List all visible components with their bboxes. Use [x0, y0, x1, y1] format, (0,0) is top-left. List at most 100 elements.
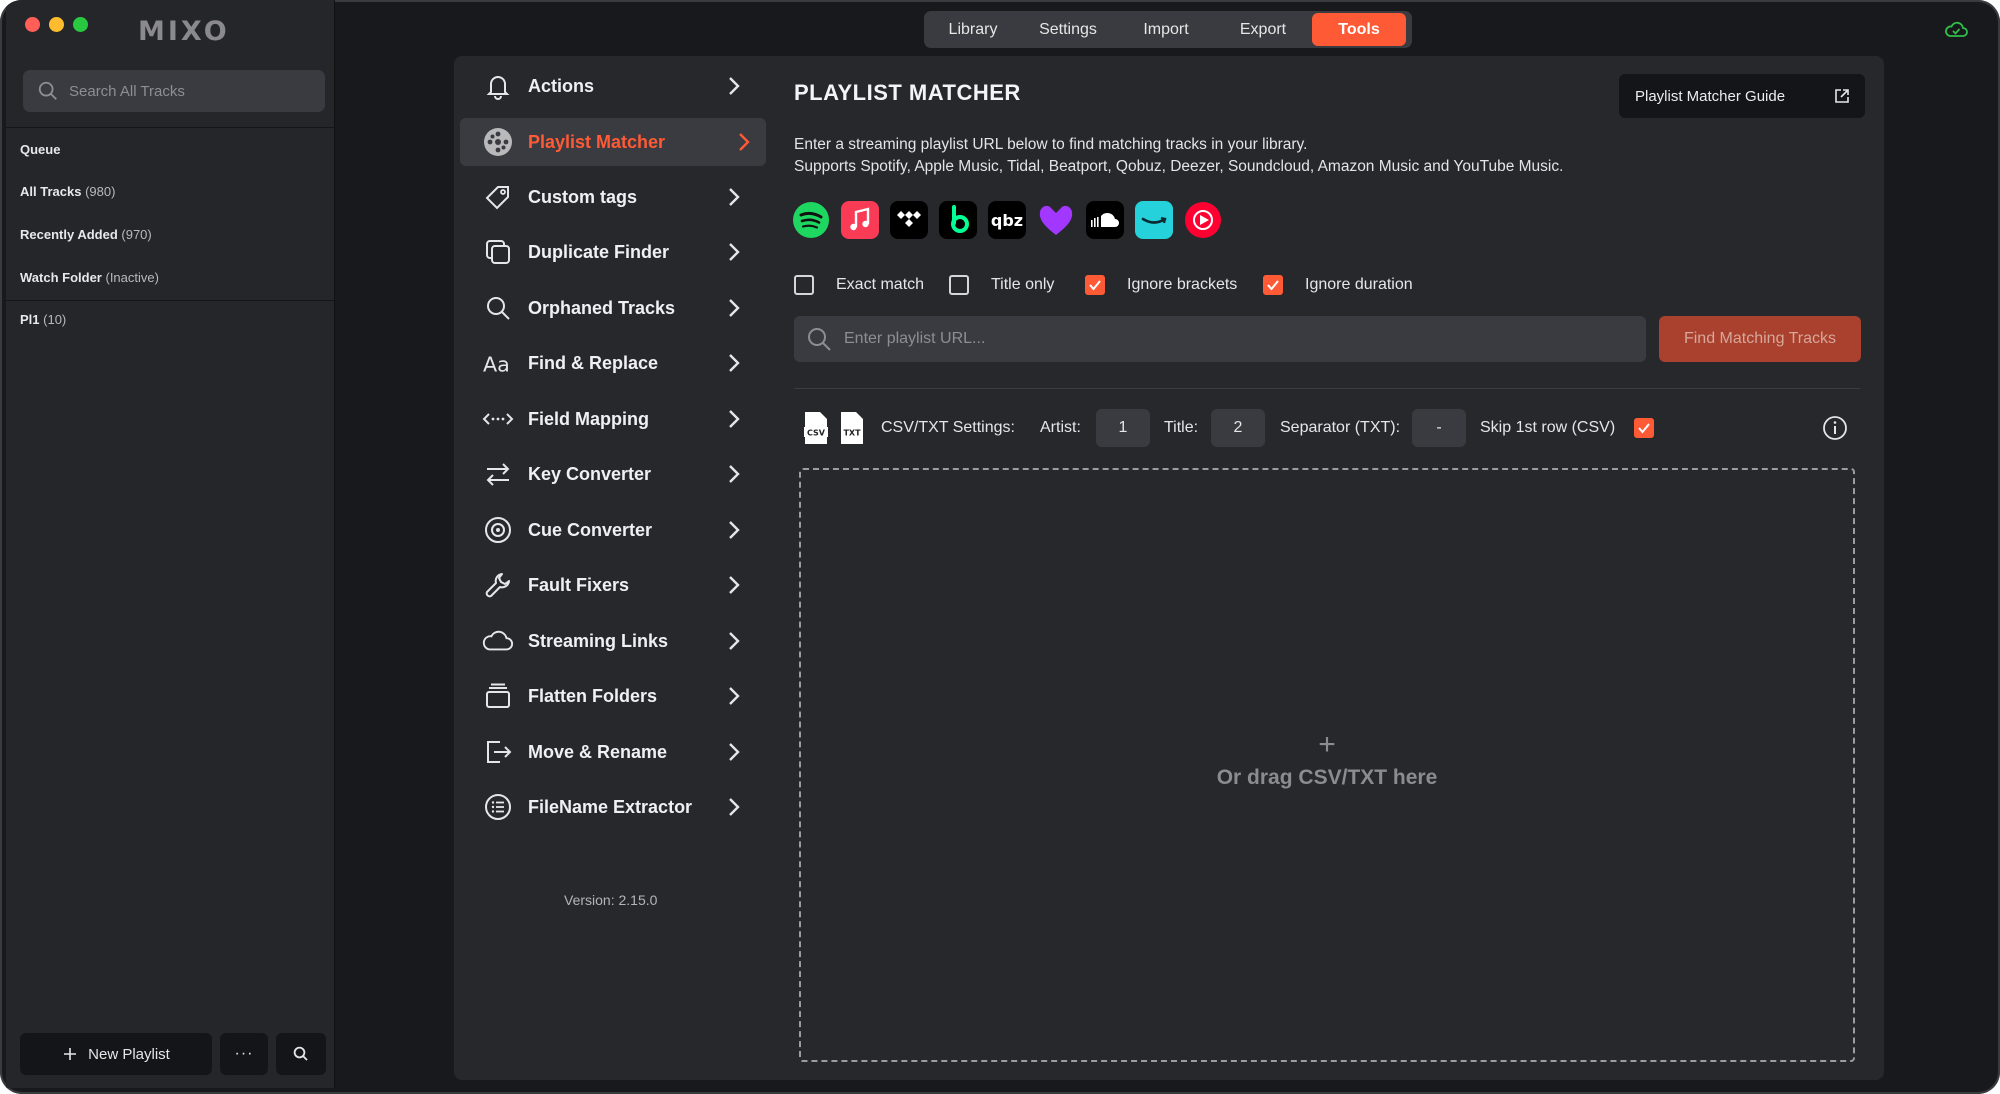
sidebar-item-all-tracks[interactable]: All Tracks (980): [20, 184, 115, 199]
tools-menu-actions[interactable]: Actions: [460, 62, 766, 110]
checkmark-icon: [1089, 280, 1101, 291]
tab-tools[interactable]: Tools: [1312, 13, 1406, 46]
app-window: MIXO Search All Tracks Queue All Tracks …: [0, 0, 2000, 1094]
sidebar-item-count: (980): [85, 184, 116, 199]
sidebar-search-button[interactable]: [276, 1033, 326, 1075]
swap-icon: [482, 458, 514, 490]
ignore-duration-checkbox[interactable]: [1263, 275, 1283, 295]
separator-field[interactable]: -: [1412, 409, 1466, 447]
artist-column-field-wrap: 1: [1096, 408, 1150, 448]
csv-badge-text: CSV: [807, 429, 826, 438]
minimize-window-button[interactable]: [49, 17, 64, 32]
chevron-right-icon: [739, 133, 750, 151]
tools-menu-label: Find & Replace: [528, 352, 659, 373]
tools-menu-label: Duplicate Finder: [528, 241, 670, 262]
tab-library[interactable]: Library: [928, 13, 1018, 46]
sidebar-item-watch-folder[interactable]: Watch Folder (Inactive): [20, 270, 159, 285]
font-icon: Aa: [482, 347, 514, 379]
title-only-option[interactable]: Title only: [949, 275, 1054, 295]
csv-settings-label: CSV/TXT Settings:: [881, 419, 1015, 436]
artist-label: Artist:: [1040, 419, 1081, 436]
ignore-brackets-option[interactable]: Ignore brackets: [1085, 275, 1237, 295]
tools-menu-custom-tags[interactable]: Custom tags: [460, 173, 766, 221]
tools-menu-label: Streaming Links: [528, 630, 669, 651]
csv-file-icon: CSV: [802, 408, 830, 448]
tools-menu-filename-extractor[interactable]: FileName Extractor: [460, 783, 766, 831]
skip-first-row-checkbox[interactable]: [1634, 418, 1654, 438]
find-matching-tracks-button[interactable]: Find Matching Tracks: [1659, 316, 1861, 362]
checkmark-icon: [1267, 280, 1279, 291]
tools-menu-flatten-folders[interactable]: Flatten Folders: [460, 672, 766, 720]
sidebar-item-label: All Tracks: [20, 184, 82, 199]
tools-menu-field-mapping[interactable]: Field Mapping: [460, 395, 766, 443]
tools-menu-duplicate-finder[interactable]: Duplicate Finder: [460, 228, 766, 276]
chevron-right-icon: [729, 521, 740, 539]
list-icon: [482, 791, 514, 823]
tools-menu-label: Orphaned Tracks: [528, 297, 676, 318]
sidebar-item-recently-added[interactable]: Recently Added (970): [20, 227, 152, 242]
info-button[interactable]: [1822, 408, 1848, 448]
tools-menu-fault-fixers[interactable]: Fault Fixers: [460, 561, 766, 609]
option-label: Ignore duration: [1305, 276, 1413, 293]
tools-menu-streaming-links[interactable]: Streaming Links: [460, 617, 766, 665]
ignore-duration-option[interactable]: Ignore duration: [1263, 275, 1413, 295]
tab-settings[interactable]: Settings: [1018, 13, 1118, 46]
tools-menu-label: Playlist Matcher: [528, 131, 666, 152]
description-line: Supports Spotify, Apple Music, Tidal, Be…: [794, 158, 1564, 175]
search-all-tracks-input[interactable]: Search All Tracks: [23, 70, 325, 112]
title-only-checkbox[interactable]: [949, 275, 969, 295]
tools-menu-label: Fault Fixers: [528, 574, 630, 595]
sidebar-item-queue[interactable]: Queue: [20, 142, 60, 157]
csv-drop-zone[interactable]: + Or drag CSV/TXT here: [799, 468, 1855, 1062]
close-window-button[interactable]: [25, 17, 40, 32]
option-label: Title only: [991, 276, 1055, 293]
version-label: Version: 2.15.0: [564, 892, 658, 908]
tools-menu-key-converter[interactable]: Key Converter: [460, 450, 766, 498]
tools-menu-label: Field Mapping: [528, 408, 649, 429]
cloud-sync-icon[interactable]: [1944, 20, 1968, 38]
more-label: ···: [234, 1045, 254, 1062]
zoom-window-button[interactable]: [73, 17, 88, 32]
playlist-url-input[interactable]: Enter playlist URL...: [794, 316, 1646, 362]
description-line: Enter a streaming playlist URL below to …: [794, 136, 1308, 153]
chevron-right-icon: [729, 465, 740, 483]
search-icon: [38, 81, 57, 100]
tools-menu-cue-converter[interactable]: Cue Converter: [460, 506, 766, 554]
description: Enter a streaming playlist URL below to …: [794, 134, 1563, 178]
page-title: PLAYLIST MATCHER: [794, 80, 1021, 105]
divider: [794, 388, 1860, 389]
skip-first-row-label: Skip 1st row (CSV): [1480, 419, 1616, 436]
tools-menu-label: FileName Extractor: [528, 796, 693, 817]
divider: [6, 127, 334, 128]
amazon-music-icon: [1135, 201, 1173, 239]
title-label-wrap: Title:: [1164, 408, 1198, 448]
info-icon: [1823, 416, 1847, 440]
app-logo: MIXO: [138, 16, 230, 47]
tab-import[interactable]: Import: [1118, 13, 1214, 46]
exact-match-checkbox[interactable]: [794, 275, 814, 295]
tools-menu-playlist-matcher[interactable]: Playlist Matcher: [460, 118, 766, 166]
tools-menu-move-rename[interactable]: Move & Rename: [460, 728, 766, 776]
chevron-right-icon: [729, 576, 740, 594]
new-playlist-button[interactable]: New Playlist: [20, 1033, 212, 1075]
ignore-brackets-checkbox[interactable]: [1085, 275, 1105, 295]
tag-icon: [482, 181, 514, 213]
tools-menu-find-replace[interactable]: Aa Find & Replace: [460, 339, 766, 387]
artist-column-field[interactable]: 1: [1096, 409, 1150, 447]
new-playlist-label: New Playlist: [88, 1045, 170, 1063]
playlist-matcher-guide-button[interactable]: Playlist Matcher Guide: [1619, 74, 1865, 118]
vinyl-icon: [482, 126, 514, 158]
sidebar-item-playlist[interactable]: Pl1 (10): [20, 312, 66, 327]
separator-field-wrap: -: [1412, 408, 1466, 448]
exact-match-option[interactable]: Exact match: [794, 275, 924, 295]
title-column-field[interactable]: 2: [1211, 409, 1265, 447]
tools-menu-orphaned-tracks[interactable]: Orphaned Tracks: [460, 284, 766, 332]
search-icon: [808, 328, 831, 351]
more-options-button[interactable]: ···: [220, 1033, 268, 1075]
arrows-horizontal-icon: [482, 403, 514, 435]
sidebar-item-label: Pl1: [20, 312, 40, 327]
search-placeholder: Search All Tracks: [69, 82, 185, 100]
beatport-icon: [939, 201, 977, 239]
chevron-right-icon: [729, 354, 740, 372]
tab-export[interactable]: Export: [1214, 13, 1312, 46]
